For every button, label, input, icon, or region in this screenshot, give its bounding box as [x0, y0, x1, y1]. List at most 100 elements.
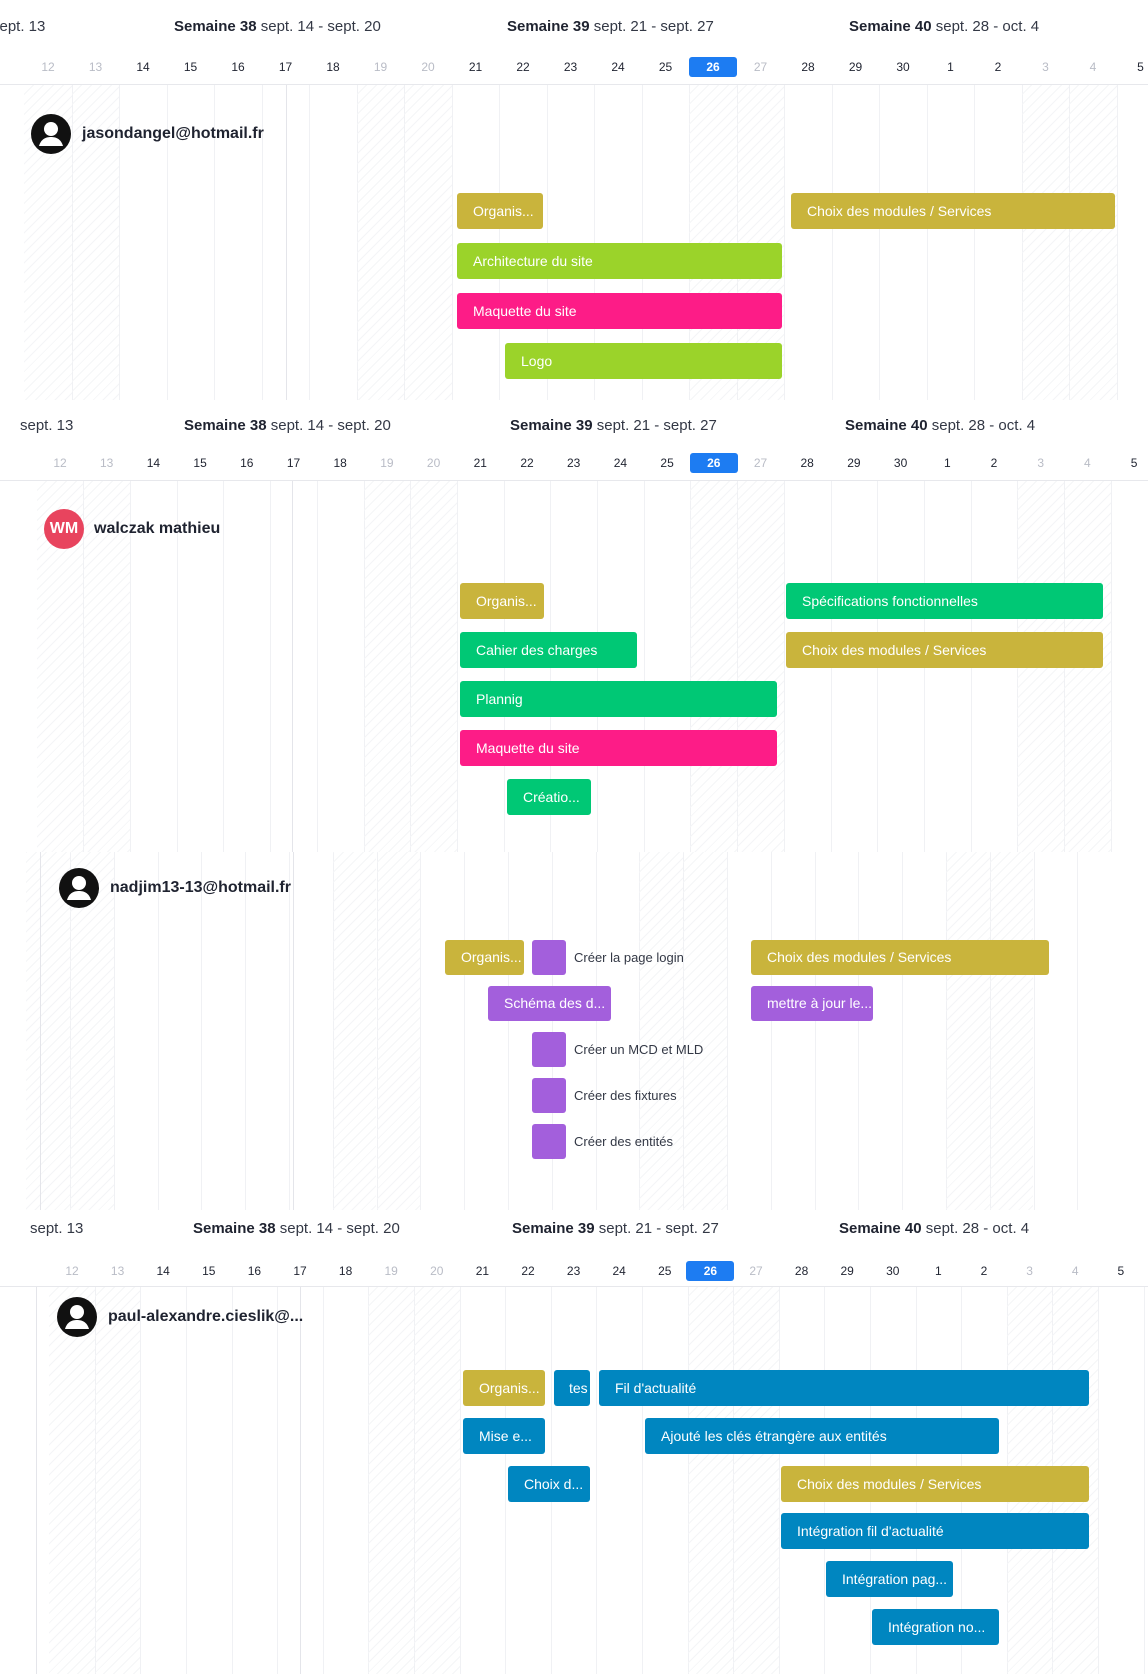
- timeline-week-header: sept. 13 Semaine 38 sept. 14 - sept. 20 …: [0, 1210, 1148, 1251]
- task-bar[interactable]: Maquette du site: [460, 730, 777, 766]
- task-square[interactable]: [532, 1078, 566, 1113]
- task-bar[interactable]: Choix des modules / Services: [781, 1466, 1089, 1502]
- day-gridline: [784, 84, 786, 400]
- task-label: Créer la page login: [574, 950, 684, 965]
- day-number: 13: [100, 456, 114, 470]
- task-bar[interactable]: tes: [554, 1370, 590, 1406]
- day-gridline: [270, 480, 272, 852]
- week-label-40: Semaine 40 sept. 28 - oct. 4: [839, 1220, 1030, 1237]
- weekend-shade: [332, 852, 377, 1210]
- day-gridline: [902, 852, 904, 1210]
- task-bar[interactable]: Logo: [505, 343, 782, 379]
- day-number: 4: [1089, 60, 1097, 74]
- week-label-39: Semaine 39 sept. 21 - sept. 27: [512, 1220, 719, 1237]
- task-bar[interactable]: Organis...: [457, 193, 543, 229]
- task-bar[interactable]: Mise e...: [463, 1418, 545, 1454]
- day-gridline: [456, 480, 458, 852]
- sidebar-divider: [292, 480, 293, 852]
- day-number: 25: [658, 1264, 672, 1278]
- week-label-40: Semaine 40 sept. 28 - oct. 4: [849, 18, 1040, 35]
- day-number: 25: [658, 60, 673, 74]
- task-square[interactable]: [532, 1032, 566, 1067]
- day-number: 21: [468, 60, 483, 74]
- day-number: 29: [848, 60, 863, 74]
- timeline-week-header: sept. 13 Semaine 38 sept. 14 - sept. 20 …: [0, 0, 1148, 47]
- day-number: 30: [893, 456, 908, 470]
- day-gridline: [814, 852, 816, 1210]
- timeline-panel-1: sept. 13 Semaine 38 sept. 14 - sept. 20 …: [0, 0, 1148, 400]
- task-bar[interactable]: Cahier des charges: [460, 632, 637, 668]
- day-number: 5: [1130, 456, 1138, 470]
- day-gridline: [277, 1286, 279, 1674]
- day-number: 24: [613, 456, 628, 470]
- weekend-shade: [733, 1286, 779, 1674]
- avatar-initials: WM: [44, 509, 84, 549]
- task-bar[interactable]: Choix des modules / Services: [751, 940, 1049, 975]
- day-gridline: [451, 84, 453, 400]
- task-square[interactable]: [532, 940, 566, 975]
- task-bar[interactable]: Organis...: [463, 1370, 545, 1406]
- task-bar[interactable]: Intégration fil d'actualité: [781, 1513, 1089, 1549]
- week-label-38: Semaine 38 sept. 14 - sept. 20: [174, 18, 381, 35]
- task-bar[interactable]: Choix d...: [508, 1466, 590, 1502]
- assignee[interactable]: paul-alexandre.cieslik@...: [56, 1296, 303, 1338]
- weekend-shade: [356, 84, 405, 400]
- day-number: 20: [426, 456, 441, 470]
- day-gridline: [231, 1286, 233, 1674]
- task-bar[interactable]: Architecture du site: [457, 243, 782, 279]
- day-number: 2: [994, 60, 1002, 74]
- day-gridline: [879, 84, 881, 400]
- day-gridline: [223, 480, 225, 852]
- day-number: 22: [520, 456, 534, 470]
- week-label-38: Semaine 38 sept. 14 - sept. 20: [184, 417, 391, 434]
- assignee[interactable]: nadjim13-13@hotmail.fr: [58, 867, 291, 909]
- user-silhouette-icon: [31, 114, 71, 154]
- day-number: 15: [202, 1264, 216, 1278]
- day-number: 1: [947, 60, 954, 74]
- day-number: 12: [41, 60, 55, 74]
- day-number: 30: [886, 1264, 900, 1278]
- panel-left-border: [40, 852, 41, 1210]
- timeline-day-header: 12 13 14 15 16 17 18 19 20 21 22 23 24 25 26 27 28 29 30 1 2…: [0, 1250, 1148, 1287]
- timeline-day-header: 12 13 14 15 16 17 18 19 20 21 22 23 24 25 26 27 28 29 30 1 2…: [0, 46, 1148, 85]
- task-bar[interactable]: Créatio...: [507, 779, 591, 815]
- day-number: 23: [566, 1264, 581, 1278]
- task-bar[interactable]: Choix des modules / Services: [786, 632, 1103, 668]
- task-bar[interactable]: Intégration no...: [872, 1609, 999, 1645]
- task-bar[interactable]: Ajouté les clés étrangère aux entités: [645, 1418, 999, 1454]
- assignee[interactable]: jasondangel@hotmail.fr: [30, 113, 264, 155]
- day-gridline: [596, 1286, 598, 1674]
- weekend-shade: [945, 852, 990, 1210]
- day-gridline: [770, 852, 772, 1210]
- task-bar[interactable]: Organis...: [445, 940, 524, 975]
- task-square[interactable]: [532, 1124, 566, 1159]
- day-number: 2: [980, 1264, 988, 1278]
- day-gridline: [1116, 84, 1118, 400]
- task-bar[interactable]: Fil d'actualité: [599, 1370, 1089, 1406]
- user-silhouette-icon: [59, 868, 99, 908]
- weekend-shade: [989, 852, 1034, 1210]
- day-gridline: [831, 84, 833, 400]
- task-bar[interactable]: mettre à jour le...: [751, 986, 873, 1021]
- day-gridline: [1110, 480, 1112, 852]
- task-bar[interactable]: Choix des modules / Services: [791, 193, 1115, 229]
- day-number: 25: [660, 456, 674, 470]
- day-number: 22: [521, 1264, 535, 1278]
- day-number: 27: [749, 1264, 763, 1278]
- task-bar[interactable]: Schéma des d...: [488, 986, 611, 1021]
- day-number: 14: [156, 1264, 170, 1278]
- weekend-shade: [368, 1286, 414, 1674]
- task-bar[interactable]: Plannig: [460, 681, 777, 717]
- day-number: 18: [326, 60, 340, 74]
- assignee[interactable]: WM walczak mathieu: [44, 509, 220, 549]
- task-bar[interactable]: Organis...: [460, 583, 544, 619]
- day-gridline: [1077, 852, 1079, 1210]
- day-number: 3: [1042, 60, 1049, 74]
- task-bar[interactable]: Intégration pag...: [826, 1561, 953, 1597]
- day-gridline: [464, 852, 466, 1210]
- day-gridline: [974, 84, 976, 400]
- day-number: 16: [247, 1264, 262, 1278]
- task-bar[interactable]: Spécifications fonctionnelles: [786, 583, 1103, 619]
- task-bar[interactable]: Maquette du site: [457, 293, 782, 329]
- assignee-name: paul-alexandre.cieslik@...: [108, 1308, 304, 1325]
